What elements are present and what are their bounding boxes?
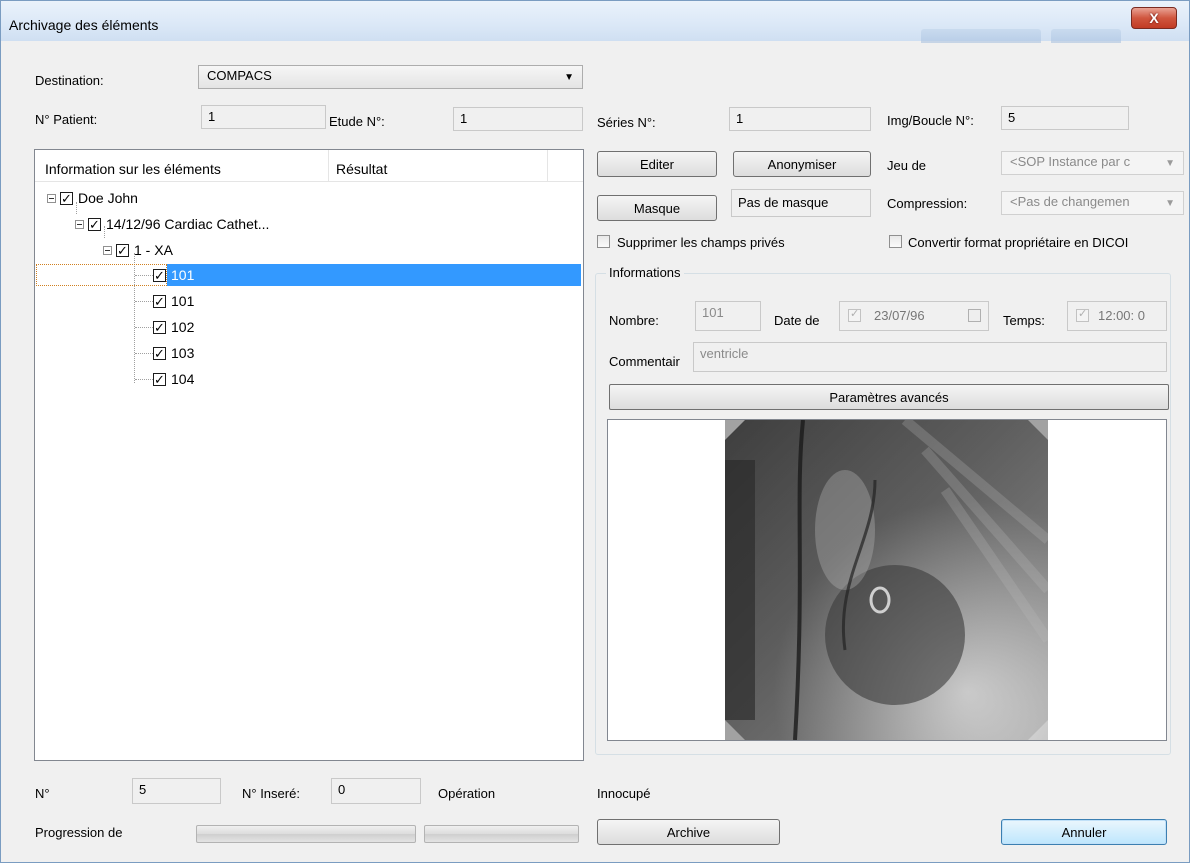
comment-field: ventricle bbox=[693, 342, 1167, 372]
sop-set-label: Jeu de bbox=[887, 158, 927, 173]
tree-collapse-icon[interactable] bbox=[103, 246, 112, 255]
dropdown-arrow-icon: ▼ bbox=[564, 72, 574, 83]
remove-private-fields-checkbox[interactable] bbox=[597, 235, 610, 248]
tree-item-study[interactable]: 14/12/96 Cardiac Cathet... bbox=[75, 214, 269, 236]
column-header-result[interactable]: Résultat bbox=[336, 161, 387, 177]
destination-select[interactable]: COMPACS ▼ bbox=[198, 65, 583, 89]
column-divider[interactable] bbox=[328, 150, 329, 181]
patient-number-field: 1 bbox=[201, 105, 326, 129]
time-value: 12:00: 0 bbox=[1098, 308, 1145, 323]
sop-set-value: <SOP Instance par c bbox=[1010, 154, 1131, 169]
time-checkbox[interactable] bbox=[1076, 307, 1089, 322]
calendar-dropdown-icon[interactable] bbox=[968, 309, 981, 322]
checkbox-icon[interactable] bbox=[153, 292, 166, 312]
progress-label: Progression de bbox=[35, 825, 123, 840]
image-preview bbox=[607, 419, 1167, 741]
number-label: Nombre: bbox=[609, 313, 659, 328]
series-number-field: 1 bbox=[729, 107, 871, 131]
edit-button[interactable]: Editer bbox=[597, 151, 717, 177]
anonymize-button[interactable]: Anonymiser bbox=[733, 151, 871, 177]
dialog-window: Archivage des éléments X Destination: CO… bbox=[0, 0, 1190, 863]
tree-item-image[interactable]: 104 bbox=[153, 369, 194, 391]
checkbox-icon[interactable] bbox=[153, 318, 166, 338]
image-loop-number-label: Img/Boucle N°: bbox=[887, 113, 974, 128]
tree-connector bbox=[135, 353, 153, 354]
progress-bar-primary bbox=[196, 825, 416, 843]
tree-connector bbox=[135, 327, 153, 328]
convert-proprietary-label: Convertir format propriétaire en DICOI bbox=[908, 235, 1129, 250]
destination-label: Destination: bbox=[35, 73, 104, 88]
tree-header: Information sur les éléments Résultat bbox=[35, 150, 583, 182]
inserted-count-label: N° Inseré: bbox=[242, 786, 300, 801]
compression-label: Compression: bbox=[887, 196, 968, 211]
number-field: 101 bbox=[695, 301, 761, 331]
compression-select[interactable]: <Pas de changemen ▼ bbox=[1001, 191, 1184, 215]
remove-private-fields-label: Supprimer les champs privés bbox=[617, 235, 785, 250]
tree-item-patient[interactable]: Doe John bbox=[47, 188, 138, 210]
count-label: N° bbox=[35, 786, 50, 801]
tree-item-image[interactable]: 103 bbox=[153, 343, 194, 365]
background-window-tab bbox=[921, 29, 1041, 43]
tree-item-image[interactable]: 101 bbox=[153, 265, 194, 287]
checkbox-icon[interactable] bbox=[116, 241, 129, 261]
background-window-tab bbox=[1051, 29, 1121, 43]
tree-collapse-icon[interactable] bbox=[47, 194, 56, 203]
checkbox-icon[interactable] bbox=[60, 189, 73, 209]
dropdown-arrow-icon: ▼ bbox=[1165, 198, 1175, 209]
tree-item-image[interactable]: 101 bbox=[153, 291, 194, 313]
checkbox-icon[interactable] bbox=[153, 370, 166, 390]
column-header-info[interactable]: Information sur les éléments bbox=[45, 161, 221, 177]
checkbox-icon[interactable] bbox=[153, 266, 166, 286]
title-bar: Archivage des éléments X bbox=[1, 1, 1189, 43]
date-checkbox[interactable] bbox=[848, 307, 861, 322]
close-button[interactable]: X bbox=[1131, 7, 1177, 29]
elements-tree[interactable]: Information sur les éléments Résultat Do… bbox=[34, 149, 584, 761]
compression-value: <Pas de changemen bbox=[1010, 194, 1130, 209]
tree-connector bbox=[135, 379, 153, 380]
xray-image bbox=[725, 420, 1048, 740]
selected-row-highlight bbox=[167, 264, 581, 286]
tree-connector bbox=[135, 301, 153, 302]
progress-bar-secondary bbox=[424, 825, 579, 843]
date-label: Date de bbox=[774, 313, 820, 328]
advanced-parameters-button[interactable]: Paramètres avancés bbox=[609, 384, 1169, 410]
patient-number-label: N° Patient: bbox=[35, 112, 98, 127]
tree-collapse-icon[interactable] bbox=[75, 220, 84, 229]
checkbox-icon[interactable] bbox=[153, 344, 166, 364]
study-number-field: 1 bbox=[453, 107, 583, 131]
count-field: 5 bbox=[132, 778, 221, 804]
time-label: Temps: bbox=[1003, 313, 1045, 328]
date-field[interactable]: 23/07/96 bbox=[839, 301, 989, 331]
tree-item-image[interactable]: 102 bbox=[153, 317, 194, 339]
status-text: Innocupé bbox=[597, 786, 651, 801]
window-title: Archivage des éléments bbox=[9, 17, 159, 33]
time-field[interactable]: 12:00: 0 bbox=[1067, 301, 1167, 331]
tree-item-series[interactable]: 1 - XA bbox=[103, 240, 173, 262]
inserted-count-field: 0 bbox=[331, 778, 421, 804]
column-divider[interactable] bbox=[547, 150, 548, 181]
mask-button[interactable]: Masque bbox=[597, 195, 717, 221]
dropdown-arrow-icon: ▼ bbox=[1165, 158, 1175, 169]
study-number-label: Etude N°: bbox=[329, 114, 385, 129]
archive-button[interactable]: Archive bbox=[597, 819, 780, 845]
comment-label: Commentair bbox=[609, 354, 680, 369]
image-loop-number-field: 5 bbox=[1001, 106, 1129, 130]
mask-status-field: Pas de masque bbox=[731, 189, 871, 217]
informations-group-title: Informations bbox=[606, 265, 684, 280]
sop-set-select[interactable]: <SOP Instance par c ▼ bbox=[1001, 151, 1184, 175]
operation-label: Opération bbox=[438, 786, 496, 801]
series-number-label: Séries N°: bbox=[597, 115, 656, 130]
checkbox-icon[interactable] bbox=[88, 215, 101, 235]
close-icon: X bbox=[1149, 10, 1159, 26]
date-value: 23/07/96 bbox=[874, 308, 925, 323]
focus-rectangle bbox=[36, 264, 167, 286]
convert-proprietary-checkbox[interactable] bbox=[889, 235, 902, 248]
cancel-button[interactable]: Annuler bbox=[1001, 819, 1167, 845]
destination-value: COMPACS bbox=[207, 68, 272, 83]
